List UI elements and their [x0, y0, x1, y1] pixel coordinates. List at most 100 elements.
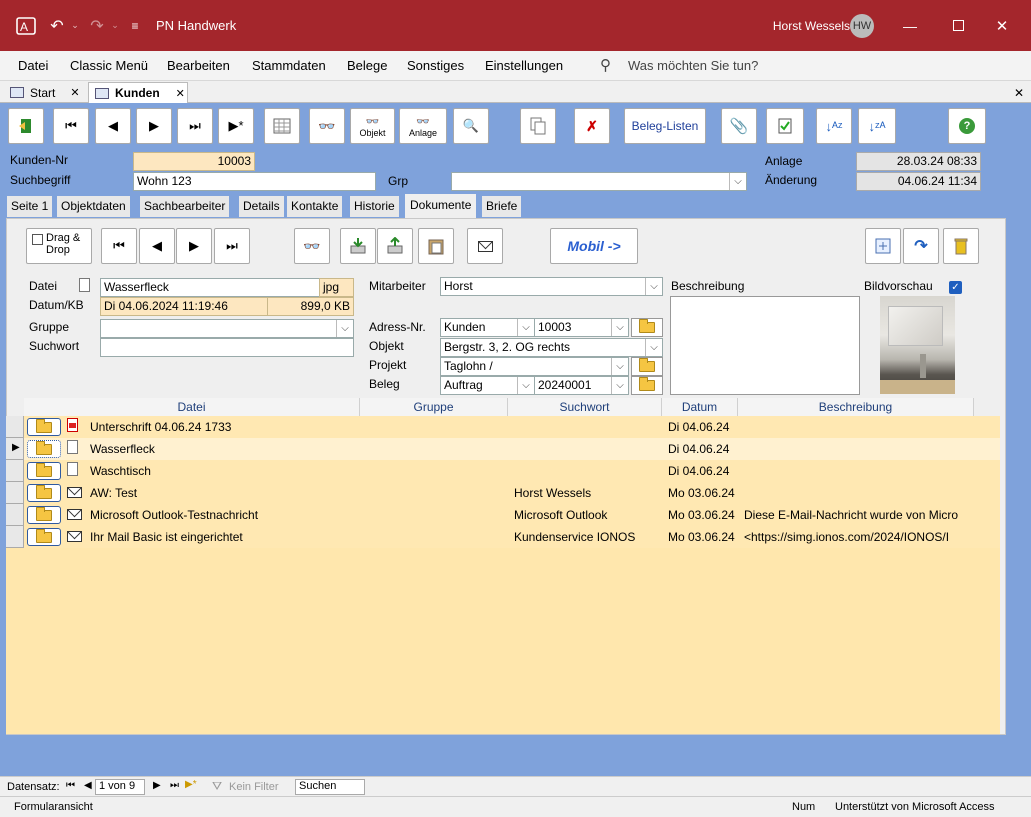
user-name[interactable]: Horst Wessels — [760, 0, 850, 51]
tab-sachbearbeiter[interactable]: Sachbearbeiter — [140, 196, 230, 217]
datasheet-view-button[interactable] — [264, 108, 300, 144]
chevron-down-icon[interactable]: ⌵ — [336, 320, 353, 337]
tab-start[interactable]: Start ✕ — [4, 82, 86, 103]
menu-sonstiges[interactable]: Sonstiges — [407, 58, 464, 73]
first-record-button[interactable]: ⏮ — [53, 108, 89, 144]
anlage-search-button[interactable]: 👓 Anlage — [399, 108, 447, 144]
table-row[interactable]: Unterschrift 04.06.24 1733 Di 04.06.24 — [6, 416, 1000, 438]
last-record-button[interactable]: ⏭ — [177, 108, 213, 144]
adress-type-dropdown[interactable]: Kunden ⌵ — [440, 318, 535, 337]
close-document-icon[interactable]: ✕ — [1008, 82, 1028, 103]
chevron-down-icon[interactable]: ⌵ — [611, 319, 628, 336]
tab-objektdaten[interactable]: Objektdaten — [57, 196, 130, 217]
open-beleg-button[interactable] — [631, 376, 663, 395]
chevron-down-icon[interactable]: ⌵ — [517, 319, 534, 336]
tab-seite1[interactable]: Seite 1 — [7, 196, 53, 217]
drag-drop-checkbox[interactable] — [32, 234, 43, 245]
chevron-down-icon[interactable]: ⌵ — [611, 377, 628, 394]
kunden-nr-field[interactable]: 10003 — [133, 152, 255, 171]
sub-next-record-button[interactable]: ▶ — [176, 228, 212, 264]
checklist-button[interactable] — [766, 108, 804, 144]
beleg-type-dropdown[interactable]: Auftrag ⌵ — [440, 376, 535, 395]
minimize-button[interactable]: — — [890, 0, 930, 51]
tell-me-search[interactable]: Was möchten Sie tun? — [628, 58, 758, 73]
gruppe-dropdown[interactable]: ⌵ — [100, 319, 354, 338]
redo-icon[interactable]: ↷ — [86, 0, 108, 51]
tab-dokumente[interactable]: Dokumente — [405, 194, 477, 218]
sub-previous-record-button[interactable]: ◀ — [139, 228, 175, 264]
tab-kontakte[interactable]: Kontakte — [287, 196, 343, 217]
delete-button[interactable]: ✗ — [574, 108, 610, 144]
table-row[interactable]: ▶ Wasserfleck Di 04.06.24 — [6, 438, 1000, 460]
open-file-button[interactable] — [27, 418, 61, 436]
attachment-button[interactable]: 📎 — [721, 108, 757, 144]
search-binoculars-button[interactable]: 👓 — [309, 108, 345, 144]
redo-dropdown-icon[interactable]: ⌄ — [110, 0, 120, 51]
table-row[interactable]: Microsoft Outlook-Testnachricht Microsof… — [6, 504, 1000, 526]
exit-button[interactable] — [8, 108, 44, 144]
row-selector[interactable] — [6, 482, 24, 504]
sort-ascending-button[interactable]: ↓ᴬᶻ — [816, 108, 852, 144]
menu-classic[interactable]: Classic Menü — [70, 58, 148, 73]
copy-button[interactable] — [520, 108, 556, 144]
chevron-down-icon[interactable]: ⌵ — [611, 358, 628, 375]
tab-kunden[interactable]: Kunden ✕ — [88, 82, 188, 103]
nav-new-icon[interactable]: ▶* — [185, 779, 197, 790]
bildvorschau-checkbox[interactable]: ✓ — [949, 281, 962, 294]
suchwort-field[interactable] — [100, 338, 354, 357]
column-header-datum[interactable]: Datum — [662, 398, 738, 416]
close-tab-start-icon[interactable]: ✕ — [70, 86, 79, 99]
beleg-nr-dropdown[interactable]: 20240001 ⌵ — [534, 376, 629, 395]
open-projekt-button[interactable] — [631, 357, 663, 376]
user-avatar[interactable]: HW — [850, 14, 874, 38]
drag-drop-toggle[interactable]: Drag & Drop — [26, 228, 92, 264]
trash-button[interactable] — [943, 228, 979, 264]
fit-image-button[interactable] — [865, 228, 901, 264]
column-header-datei[interactable]: Datei — [24, 398, 360, 416]
open-file-button[interactable] — [27, 462, 61, 480]
sub-last-record-button[interactable]: ⏭ — [214, 228, 250, 264]
open-file-button[interactable] — [27, 484, 61, 502]
tab-details[interactable]: Details — [239, 196, 284, 217]
close-tab-kunden-icon[interactable]: ✕ — [176, 87, 185, 100]
menu-stammdaten[interactable]: Stammdaten — [252, 58, 326, 73]
undo-dropdown-icon[interactable]: ⌄ — [70, 0, 80, 51]
chevron-down-icon[interactable]: ⌵ — [645, 278, 662, 295]
chevron-down-icon[interactable]: ⌵ — [645, 339, 662, 356]
menu-datei[interactable]: Datei — [18, 58, 48, 73]
nav-first-icon[interactable]: ⏮ — [66, 780, 75, 791]
grp-dropdown[interactable]: ⌵ — [451, 172, 747, 191]
column-header-suchwort[interactable]: Suchwort — [508, 398, 662, 416]
row-selector[interactable]: ▶ — [6, 438, 24, 460]
export-button[interactable] — [377, 228, 413, 264]
table-row[interactable]: Ihr Mail Basic ist eingerichtet Kundense… — [6, 526, 1000, 548]
sub-search-button[interactable]: 👓 — [294, 228, 330, 264]
menu-bearbeiten[interactable]: Bearbeiten — [167, 58, 230, 73]
table-row[interactable]: Waschtisch Di 04.06.24 — [6, 460, 1000, 482]
filter-status[interactable]: Kein Filter — [229, 781, 279, 793]
next-record-button[interactable]: ▶ — [136, 108, 172, 144]
menu-einstellungen[interactable]: Einstellungen — [485, 58, 563, 73]
customize-toolbar-icon[interactable]: ≡ — [128, 0, 142, 51]
new-record-button[interactable]: ▶* — [218, 108, 254, 144]
adress-nr-dropdown[interactable]: 10003 ⌵ — [534, 318, 629, 337]
beschreibung-textarea[interactable] — [670, 296, 860, 395]
paste-button[interactable] — [418, 228, 454, 264]
open-address-button[interactable] — [631, 318, 663, 337]
search-icon[interactable]: ⚲ — [600, 56, 611, 74]
undo-icon[interactable]: ↶ — [46, 0, 68, 51]
rotate-button[interactable]: ↷ — [903, 228, 939, 264]
row-selector[interactable] — [6, 526, 24, 548]
mitarbeiter-dropdown[interactable]: Horst ⌵ — [440, 277, 663, 296]
email-button[interactable] — [467, 228, 503, 264]
datei-field[interactable]: Wasserfleck — [100, 278, 320, 297]
objekt-search-button[interactable]: 👓 Objekt — [350, 108, 395, 144]
column-header-beschreibung[interactable]: Beschreibung — [738, 398, 974, 416]
maximize-button[interactable] — [938, 0, 978, 51]
previous-record-button[interactable]: ◀ — [95, 108, 131, 144]
sort-descending-button[interactable]: ↓ᶻᴬ — [858, 108, 896, 144]
open-file-button[interactable] — [27, 528, 61, 546]
row-selector[interactable] — [6, 416, 24, 438]
table-row[interactable]: AW: Test Horst Wessels Mo 03.06.24 — [6, 482, 1000, 504]
sub-first-record-button[interactable]: ⏮ — [101, 228, 137, 264]
